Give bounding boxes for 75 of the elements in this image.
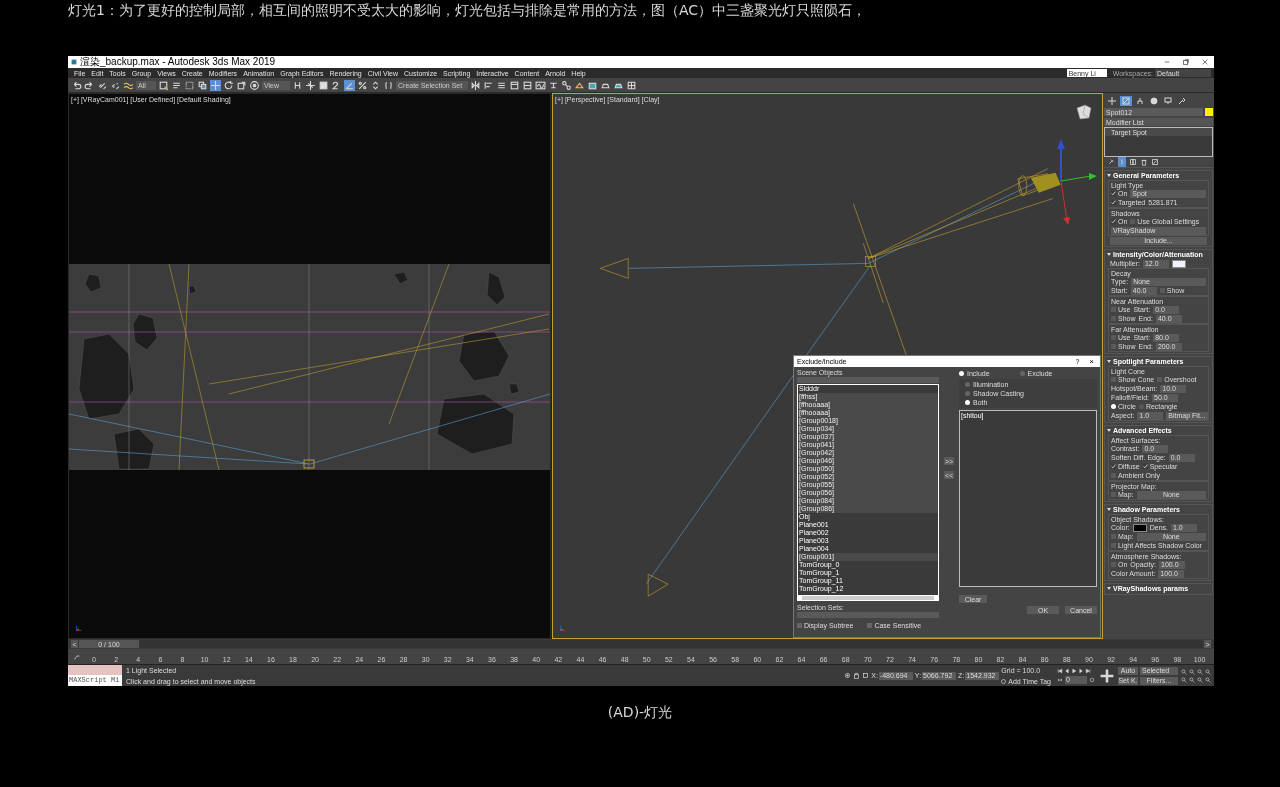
configure-sets-icon[interactable] [1151,158,1159,166]
caption-text: 灯光1：为了更好的控制局部，相互间的照明不受太大的影响，灯光包括与排除是常用的方法，图（AC）中三盏聚光灯只照陨石， [68,1,866,20]
utilities-icon[interactable] [1176,96,1188,106]
axis-tripod-icon [75,624,83,632]
caption-text: (AD)-灯光 [607,703,673,722]
color-swatch[interactable] [1171,259,1186,268]
play-icon[interactable] [1071,667,1077,674]
material-editor-icon[interactable] [561,79,572,91]
trash-icon[interactable] [1140,158,1148,166]
object-color-swatch[interactable] [1205,108,1213,116]
checkbox-box[interactable] [1111,464,1116,469]
checkbox-box[interactable] [1142,464,1148,469]
curve-editor-icon[interactable] [535,79,546,91]
next-key-icon[interactable] [1078,667,1084,674]
color-swatch[interactable] [1132,523,1147,532]
scene-explorer-icon[interactable] [509,79,520,91]
select-object-icon[interactable] [158,79,169,91]
window-title: 渲染_backup.max - Autodesk 3ds Max 2019 [80,57,276,67]
zoom-extents-all-icon[interactable] [1205,668,1211,675]
checkbox-box[interactable] [1111,200,1116,205]
checkbox-box[interactable] [797,623,802,628]
redo-icon[interactable] [84,79,95,91]
checkbox-box[interactable] [1111,191,1116,196]
hierarchy-icon[interactable] [1134,96,1146,106]
lock-icon[interactable] [853,672,861,679]
isolate-icon[interactable] [844,672,852,679]
close-button[interactable]: × [1089,357,1094,366]
render-setup-icon[interactable] [574,79,585,91]
place-icon[interactable] [249,79,260,91]
checkbox-box[interactable] [1111,219,1116,224]
mirror-icon[interactable] [470,79,481,91]
percent-snap-icon[interactable] [357,79,368,91]
align-icon[interactable] [483,79,494,91]
pin-icon[interactable] [1107,158,1115,166]
select-manipulate-icon[interactable] [305,79,316,91]
move-icon[interactable] [210,79,221,91]
maximize-viewport-icon[interactable] [1205,676,1211,683]
script-listener-field[interactable] [68,665,122,675]
previous-key-icon[interactable] [1064,667,1070,674]
search-field[interactable] [797,377,939,383]
set-key-icon[interactable] [1099,667,1115,684]
light-target-drawing [600,258,629,279]
horizontal-scrollbar[interactable] [802,596,934,600]
zoom-extents-icon[interactable] [1197,668,1203,675]
create-plus-icon[interactable] [1106,96,1118,106]
go-to-end-icon[interactable] [1085,667,1091,674]
checkbox-box[interactable] [867,623,873,628]
display-icon[interactable] [1162,96,1174,106]
window-crossing-icon[interactable] [197,79,208,91]
app-logo-icon [71,59,77,65]
scale-icon[interactable] [236,79,247,91]
restore-icon[interactable] [1182,58,1190,66]
go-to-start-icon[interactable] [1057,667,1063,674]
time-config-icon[interactable] [1089,676,1095,683]
close-icon[interactable] [1201,58,1209,66]
key-mode-icon[interactable] [1057,676,1063,683]
orbit-icon[interactable] [1197,676,1203,683]
undo-icon[interactable] [71,79,82,91]
curve-editor-toggle-icon[interactable] [72,653,82,661]
absolute-mode-icon[interactable] [862,672,870,679]
angle-snap-icon[interactable] [344,79,355,91]
grid-icon[interactable] [626,79,637,91]
rectangle-selection-icon[interactable] [184,79,195,91]
motion-icon[interactable] [1148,96,1160,106]
zoom-all-icon[interactable] [1189,668,1195,675]
rotate-icon[interactable] [223,79,234,91]
make-unique-icon[interactable] [1129,158,1137,166]
spinner-snap-icon[interactable] [370,79,381,91]
zoom-icon[interactable] [1181,668,1187,675]
viewcube-icon[interactable] [1073,102,1093,122]
light-target-drawing [647,573,669,597]
pivot-icon[interactable] [292,79,303,91]
pan-icon[interactable] [1189,676,1195,683]
axis-tripod-icon [559,624,567,632]
field-of-view-icon[interactable] [1181,676,1187,683]
